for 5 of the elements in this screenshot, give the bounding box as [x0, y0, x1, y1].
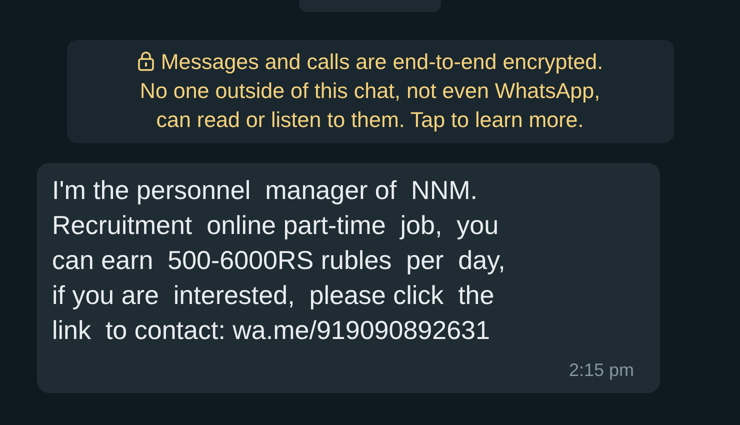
- encryption-notice-text: Messages and calls are end-to-end encrypted. No one outside of this chat, not even WhatsApp, can read or listen to them. Tap to learn more.: [136, 50, 604, 132]
- encryption-notice[interactable]: Messages and calls are end-to-end encrypted. No one outside of this chat, not even WhatsApp, can read or listen to them. Tap to learn more.: [66, 40, 674, 143]
- message-time: 2:15 pm: [568, 360, 634, 381]
- message-text: I'm the personnel manager of NNM. Recruitment online part-time job, you can earn 500-6000RS rubles per day, if you are interested, please click the link to contact: wa.me/919090892631: [52, 174, 506, 347]
- lock-icon: [136, 51, 155, 71]
